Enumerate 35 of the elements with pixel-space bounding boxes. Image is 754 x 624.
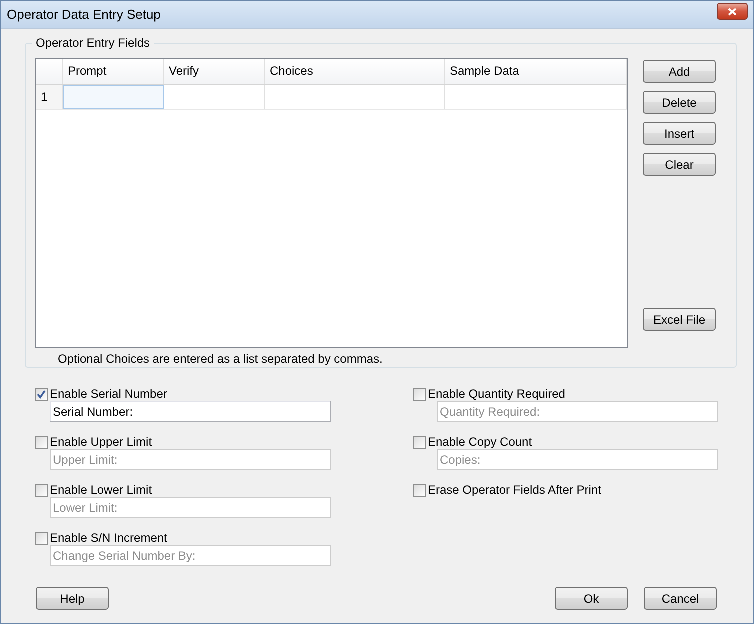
group-title: Operator Entry Fields xyxy=(32,36,154,50)
ok-button[interactable]: Ok xyxy=(555,587,628,610)
checkbox-label[interactable]: Enable Copy Count xyxy=(428,435,532,449)
column-header[interactable]: Verify xyxy=(164,59,265,84)
checkbox-label[interactable]: Enable Quantity Required xyxy=(428,387,566,401)
grid-action-button[interactable]: Clear xyxy=(643,153,716,176)
table-cell[interactable] xyxy=(63,85,164,109)
column-header[interactable]: Sample Data xyxy=(445,59,627,84)
checkbox[interactable] xyxy=(35,388,48,400)
cancel-button[interactable]: Cancel xyxy=(644,587,717,610)
checkbox[interactable] xyxy=(413,436,426,448)
grid-action-button[interactable]: Add xyxy=(643,60,716,83)
close-icon xyxy=(728,8,737,16)
checkbox[interactable] xyxy=(413,388,426,400)
hint-text: Optional Choices are entered as a list separated by commas. xyxy=(58,352,384,366)
checkbox-label[interactable]: Enable S/N Increment xyxy=(50,531,168,545)
data-grid[interactable]: Prompt Verify Choices Sample Data 1 xyxy=(35,58,628,348)
grid-action-button[interactable]: Delete xyxy=(643,91,716,114)
checkbox-label[interactable]: Enable Upper Limit xyxy=(50,435,152,449)
row-header[interactable]: 1 xyxy=(36,85,63,109)
checkbox-label[interactable]: Enable Serial Number xyxy=(50,387,168,401)
column-header[interactable]: Prompt xyxy=(63,59,164,84)
text-field[interactable]: Serial Number: xyxy=(50,401,331,422)
checkbox-label[interactable]: Erase Operator Fields After Print xyxy=(428,483,602,497)
help-button[interactable]: Help xyxy=(36,587,109,610)
window-title: Operator Data Entry Setup xyxy=(7,7,161,22)
excel-file-button[interactable]: Excel File xyxy=(643,308,716,331)
close-button[interactable] xyxy=(717,3,748,20)
checkbox-label[interactable]: Enable Lower Limit xyxy=(50,483,152,497)
checkbox[interactable] xyxy=(35,484,48,496)
checkbox[interactable] xyxy=(35,532,48,544)
column-header[interactable]: Choices xyxy=(265,59,445,84)
grid-action-button[interactable]: Insert xyxy=(643,122,716,145)
checkbox[interactable] xyxy=(35,436,48,448)
checkbox[interactable] xyxy=(413,484,426,496)
